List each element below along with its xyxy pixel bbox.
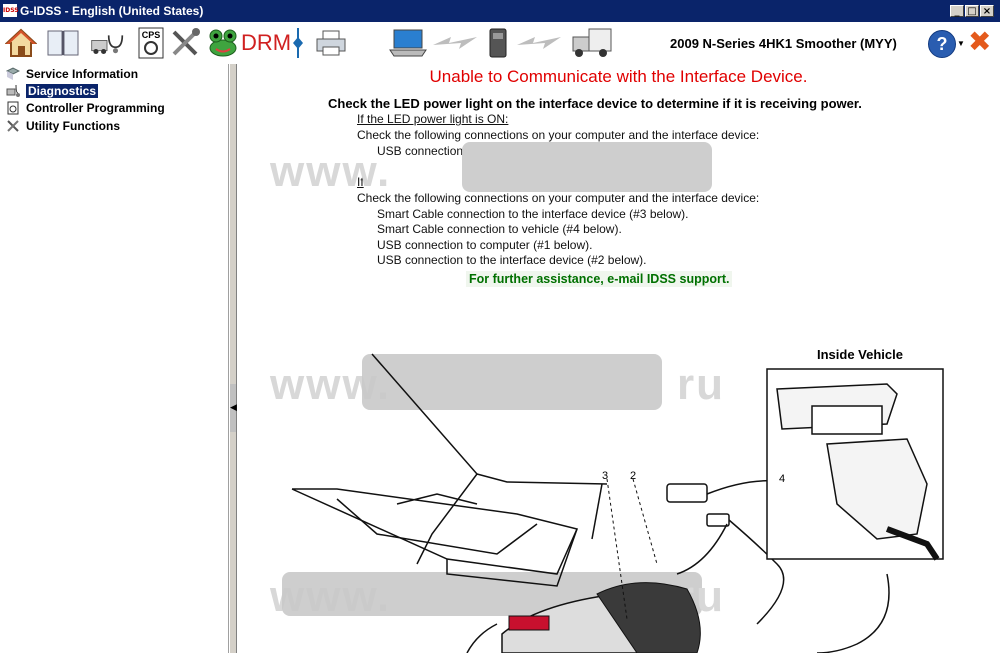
main-content: Unable to Communicate with the Interface…	[237, 64, 1000, 653]
stethoscope-icon	[6, 84, 20, 97]
panel-splitter[interactable]: ◀	[229, 64, 237, 653]
interface-device-illustration	[501, 582, 701, 653]
laptop-illustration	[291, 353, 608, 587]
sidebar-item-utility-functions[interactable]: Utility Functions	[6, 118, 120, 134]
connection-diagram	[291, 353, 944, 653]
cps-label: CPS	[142, 30, 161, 40]
title-bar: IDSS G-IDSS - English (United States) _ …	[0, 0, 1000, 22]
book-icon[interactable]	[46, 26, 80, 60]
led-off-item: USB connection to computer (#1 below).	[377, 238, 593, 252]
printer-icon[interactable]	[314, 26, 348, 60]
led-on-check: Check the following connections on your …	[357, 128, 760, 142]
tools-icon[interactable]	[168, 26, 202, 60]
drm-icon[interactable]: DRM	[240, 26, 292, 60]
window-title: G-IDSS - English (United States)	[20, 4, 204, 18]
chevron-down-icon[interactable]: ▼	[957, 39, 965, 48]
led-on-heading: If the LED power light is ON:	[357, 112, 509, 126]
led-off-item: Smart Cable connection to the interface …	[377, 207, 689, 221]
inside-vehicle-label: Inside Vehicle	[817, 347, 903, 362]
connector-icon[interactable]	[288, 26, 308, 60]
vehicle-stethoscope-icon[interactable]	[90, 26, 124, 60]
drm-label: DRM	[240, 30, 292, 55]
maximize-button[interactable]: □	[965, 5, 979, 17]
led-off-item: Smart Cable connection to vehicle (#4 be…	[377, 222, 622, 236]
chip-icon	[7, 101, 19, 115]
app-icon: IDSS	[3, 4, 19, 17]
sidebar-item-controller-programming[interactable]: Controller Programming	[6, 100, 165, 116]
led-instruction: Check the LED power light on the interfa…	[328, 96, 862, 111]
callout-4: 4	[779, 473, 786, 485]
home-icon[interactable]	[4, 26, 38, 60]
lightning-icon	[432, 26, 478, 60]
collapse-arrow-icon[interactable]: ◀	[230, 402, 237, 413]
sidebar-item-service-information[interactable]: Service Information	[6, 66, 138, 82]
close-window-button[interactable]: ×	[980, 5, 994, 17]
lightning-icon	[516, 26, 562, 60]
callout-3: 3	[602, 470, 609, 482]
support-link[interactable]: For further assistance, e-mail IDSS supp…	[466, 271, 733, 287]
blurred-region	[462, 142, 712, 192]
laptop-icon	[386, 26, 430, 60]
book-icon	[6, 67, 20, 80]
navigation-sidebar: Service Information Diagnostics Controll…	[0, 64, 229, 653]
frog-icon[interactable]	[206, 26, 240, 60]
sidebar-item-diagnostics[interactable]: Diagnostics	[6, 83, 99, 99]
led-off-item: USB connection to the interface device (…	[377, 253, 647, 267]
help-button[interactable]: ?	[928, 30, 956, 58]
wrench-icon	[7, 120, 19, 132]
callout-2: 2	[630, 470, 637, 482]
minimize-button[interactable]: _	[950, 5, 964, 17]
vehicle-icon	[568, 26, 614, 60]
error-title: Unable to Communicate with the Interface…	[429, 67, 808, 86]
vehicle-label: 2009 N-Series 4HK1 Smoother (MYY)	[670, 36, 897, 51]
cps-icon[interactable]: CPS	[134, 26, 168, 60]
interface-device-icon	[484, 26, 512, 60]
watermark: www.	[270, 147, 392, 196]
close-icon[interactable]: ✖	[968, 27, 991, 57]
led-off-check: Check the following connections on your …	[357, 191, 760, 205]
toolbar: CPS DRM 2009 N-Series 4HK1 Smoother (MYY…	[0, 22, 1000, 65]
